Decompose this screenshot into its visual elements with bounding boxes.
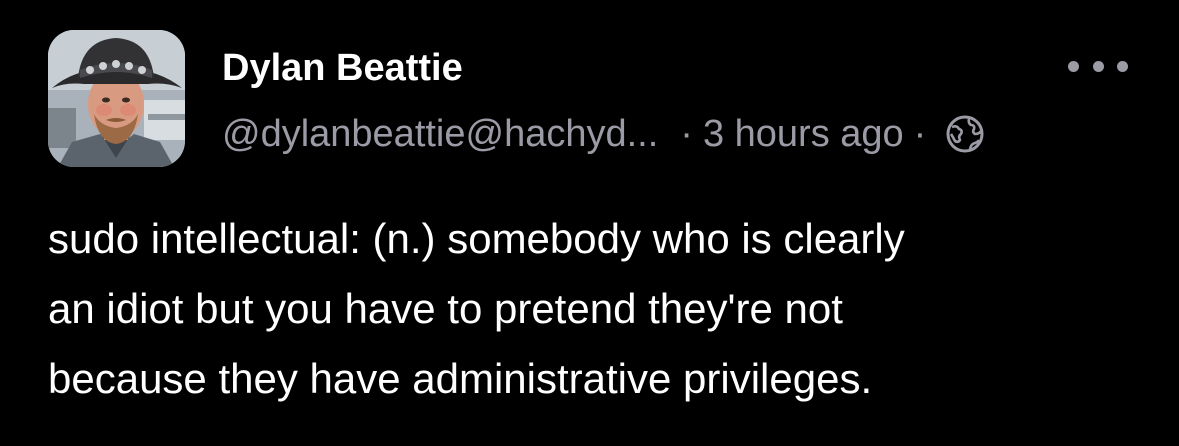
post-timestamp[interactable]: 3 hours ago <box>703 113 904 156</box>
meta-separator: · <box>680 112 693 155</box>
ellipsis-icon <box>1068 60 1079 72</box>
globe-icon <box>946 115 984 153</box>
ellipsis-icon <box>1117 60 1128 72</box>
post-content: sudo intellectual: (n.) somebody who is … <box>48 204 1148 414</box>
more-options-button[interactable] <box>1068 54 1128 78</box>
meta-separator: · <box>913 112 927 155</box>
post-meta: @dylanbeattie@hachyd... · 3 hours ago · <box>222 108 986 160</box>
post-text-line: sudo intellectual: (n.) somebody who is … <box>48 215 905 262</box>
post-text-line: because they have administrative privile… <box>48 355 873 402</box>
avatar[interactable] <box>48 30 185 167</box>
post-card: Dylan Beattie @dylanbeattie@hachyd... · … <box>0 0 1179 446</box>
profile-photo-icon <box>48 30 185 167</box>
ellipsis-icon <box>1092 60 1104 72</box>
author-handle[interactable]: @dylanbeattie@hachyd... <box>222 113 658 156</box>
post-text-line: an idiot but you have to pretend they're… <box>48 285 843 332</box>
display-name[interactable]: Dylan Beattie <box>222 44 463 92</box>
